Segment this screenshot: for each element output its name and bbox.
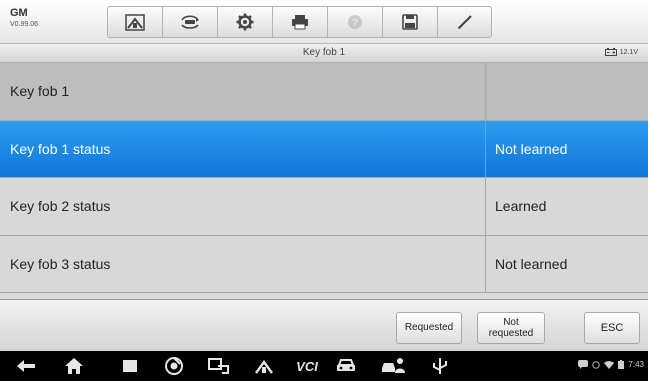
status-area: 7:43 bbox=[578, 360, 644, 369]
remote-support-icon bbox=[382, 358, 405, 373]
sync-icon bbox=[592, 360, 601, 369]
car-icon bbox=[337, 359, 355, 371]
esc-label: ESC bbox=[600, 321, 624, 334]
row-value bbox=[487, 63, 648, 120]
printer-icon bbox=[292, 15, 308, 30]
requested-button[interactable]: Requested bbox=[396, 312, 462, 344]
autel-home-button[interactable] bbox=[252, 356, 276, 376]
function-button-bar: Requested Not requested ESC bbox=[0, 299, 648, 351]
row-name: Key fob 2 status bbox=[0, 178, 486, 235]
back-button[interactable] bbox=[14, 356, 38, 376]
row-value: Not learned bbox=[495, 255, 568, 272]
brand-block: GM V0.99.06 bbox=[10, 7, 39, 29]
help-icon: ? bbox=[348, 15, 362, 29]
pen-icon bbox=[457, 15, 472, 29]
not-requested-line2: requested bbox=[488, 328, 534, 339]
svg-text:?: ? bbox=[352, 18, 358, 29]
row-value: Learned bbox=[495, 198, 547, 215]
vci-label: VCI bbox=[296, 358, 318, 374]
vehicle-make: GM bbox=[10, 7, 28, 19]
remote-support-button[interactable] bbox=[380, 356, 406, 376]
top-toolbar: GM V0.99.06 ? bbox=[0, 0, 648, 44]
usb-button[interactable] bbox=[428, 356, 452, 376]
wifi-icon bbox=[604, 360, 615, 369]
usb-icon bbox=[433, 358, 447, 374]
table-row: Key fob 1 bbox=[0, 63, 648, 121]
battery-status-icon bbox=[618, 360, 625, 369]
table-row[interactable]: Key fob 2 status Learned bbox=[0, 178, 648, 236]
toolbar-buttons: ? bbox=[107, 6, 492, 38]
battery-voltage: 12.1V bbox=[604, 48, 638, 56]
not-requested-button[interactable]: Not requested bbox=[477, 312, 545, 344]
screen-title-bar: Key fob 1 12.1V bbox=[0, 44, 648, 63]
recent-apps-icon bbox=[123, 360, 137, 372]
edit-button[interactable] bbox=[437, 6, 492, 38]
recent-apps-button[interactable] bbox=[118, 356, 142, 376]
clock: 7:43 bbox=[628, 360, 644, 369]
screen-capture-button[interactable] bbox=[206, 356, 232, 376]
save-icon bbox=[402, 14, 418, 30]
software-version: V0.99.06 bbox=[10, 21, 39, 28]
gear-icon bbox=[236, 13, 254, 31]
browser-button[interactable] bbox=[162, 356, 186, 376]
system-nav-bar: VCI 7:43 bbox=[0, 351, 648, 381]
back-arrow-icon bbox=[17, 360, 35, 372]
table-row[interactable]: Key fob 3 status Not learned bbox=[0, 235, 648, 293]
house-icon bbox=[65, 358, 83, 374]
home-icon bbox=[255, 359, 273, 374]
vehicle-swap-icon bbox=[181, 15, 199, 29]
row-name: Key fob 3 status bbox=[0, 235, 486, 292]
vehicle-button[interactable] bbox=[334, 356, 358, 376]
help-button[interactable]: ? bbox=[327, 6, 382, 38]
row-value: Not learned bbox=[495, 140, 568, 157]
voltage-value: 12.1V bbox=[619, 48, 638, 56]
home-nav-button[interactable] bbox=[62, 356, 86, 376]
not-requested-label: Not requested bbox=[489, 317, 533, 340]
vehicle-swap-button[interactable] bbox=[162, 6, 217, 38]
print-button[interactable] bbox=[272, 6, 327, 38]
save-button[interactable] bbox=[382, 6, 437, 38]
browser-icon bbox=[165, 357, 183, 375]
home-button[interactable] bbox=[107, 6, 162, 38]
vci-button[interactable]: VCI bbox=[290, 356, 324, 376]
not-requested-line1: Not bbox=[503, 316, 519, 328]
esc-button[interactable]: ESC bbox=[584, 312, 640, 344]
battery-icon bbox=[604, 48, 617, 56]
chat-icon bbox=[578, 360, 589, 369]
row-name: Key fob 1 status bbox=[0, 120, 486, 177]
key-fob-table: Key fob 1 Key fob 1 status Not learned K… bbox=[0, 63, 648, 293]
row-name: Key fob 1 bbox=[0, 63, 486, 120]
settings-button[interactable] bbox=[217, 6, 272, 38]
home-icon bbox=[125, 14, 145, 31]
page-title: Key fob 1 bbox=[302, 47, 346, 58]
table-row[interactable]: Key fob 1 status Not learned bbox=[0, 120, 648, 178]
requested-label: Requested bbox=[404, 322, 454, 334]
screen-capture-icon bbox=[208, 358, 229, 374]
